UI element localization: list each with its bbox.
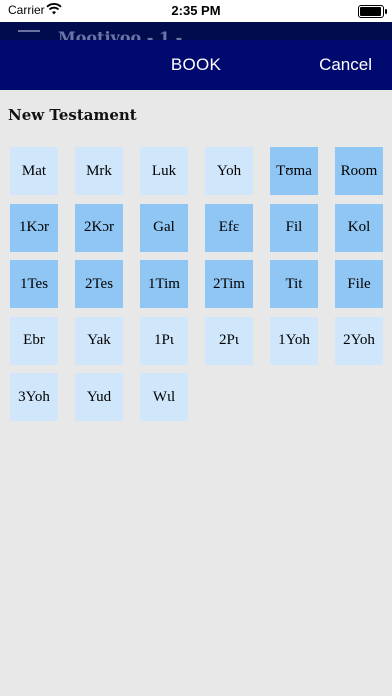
book-tile[interactable]: 2Tes [75, 260, 123, 308]
book-tile[interactable]: Gal [140, 203, 188, 252]
battery-icon [358, 5, 387, 18]
book-tile[interactable]: 2Kɔr [75, 203, 123, 252]
navigation-bar: BOOK Cancel [0, 40, 392, 90]
book-tile[interactable]: Mrk [75, 147, 123, 195]
book-tile[interactable]: Luk [140, 147, 188, 195]
status-time: 2:35 PM [171, 3, 221, 18]
book-tile[interactable]: 1Tes [10, 260, 58, 308]
book-tile[interactable]: Mat [10, 147, 58, 195]
book-tile[interactable]: Yak [75, 316, 123, 365]
background-header: Mootiyoo - 1 - [0, 22, 392, 40]
book-tile[interactable]: File [335, 260, 383, 308]
book-tile[interactable]: Efɛ [205, 203, 253, 252]
book-tile[interactable]: Kol [335, 203, 383, 252]
book-tile[interactable]: 1Yoh [270, 316, 318, 365]
section-title: New Testament [8, 106, 137, 124]
book-tile[interactable]: 1Kɔr [10, 203, 58, 252]
hamburger-menu-icon [18, 30, 40, 32]
book-tile[interactable]: Yoh [205, 147, 253, 195]
cancel-button[interactable]: Cancel [319, 55, 372, 75]
book-tile[interactable]: 2Yoh [335, 316, 383, 365]
book-tile[interactable]: Ebr [10, 316, 58, 365]
book-tile[interactable]: Fil [270, 203, 318, 252]
background-page-title: Mootiyoo - 1 - [58, 28, 183, 40]
book-tile[interactable]: Tʊma [270, 147, 318, 195]
book-tile[interactable]: 1Pɩ [140, 316, 188, 365]
book-tile[interactable]: Tit [270, 260, 318, 308]
book-tile[interactable]: Room [335, 147, 383, 195]
book-tile[interactable]: Wɩl [140, 373, 188, 421]
book-tile[interactable]: Yud [75, 373, 123, 421]
book-tile[interactable]: 1Tim [140, 260, 188, 308]
status-bar: Carrier 2:35 PM [0, 0, 392, 22]
book-tile[interactable]: 2Tim [205, 260, 253, 308]
book-tile[interactable]: 3Yoh [10, 373, 58, 421]
book-tile[interactable]: 2Pɩ [205, 316, 253, 365]
